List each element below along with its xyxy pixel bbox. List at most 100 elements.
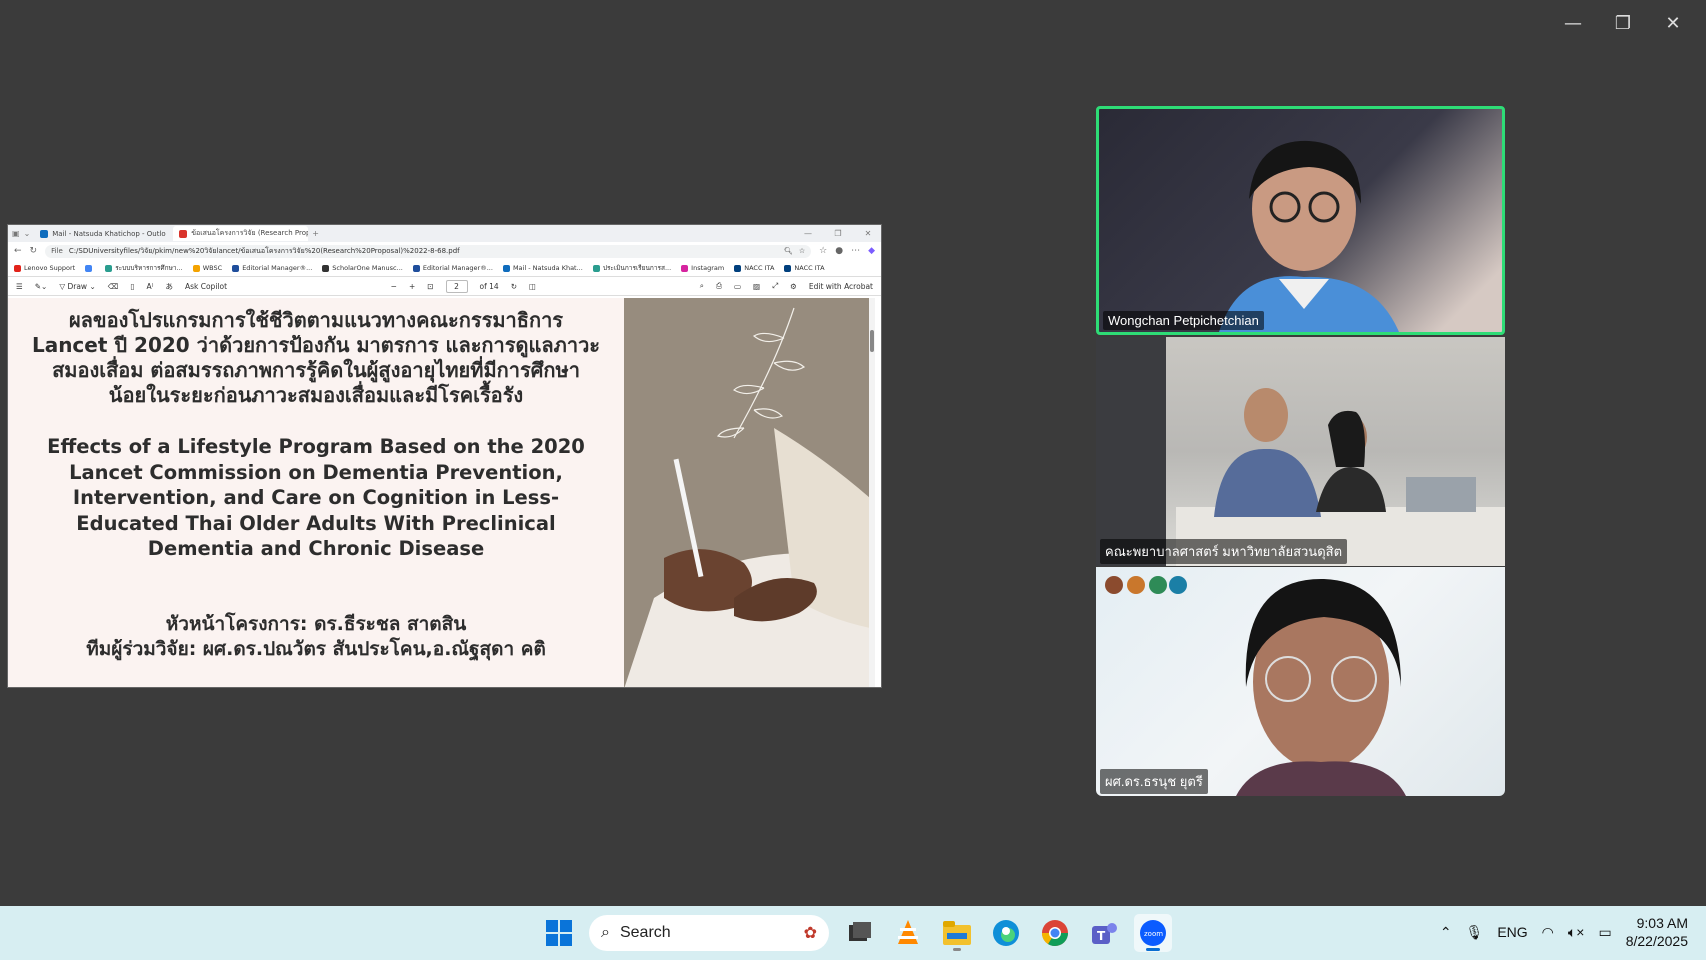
thai-title: ผลของโปรแกรมการใช้ชีวิตตามแนวทางคณะกรรมา… [31, 308, 601, 407]
settings-icon[interactable]: ⚙ [790, 282, 797, 291]
participant-video [1105, 576, 1406, 796]
wifi-icon[interactable]: ◠ [1542, 924, 1554, 941]
participant-name: ผศ.ดร.ธรนุช ยุตรี [1100, 769, 1208, 794]
profile-icon[interactable]: ● [835, 246, 843, 256]
refresh-icon[interactable]: ↻ [30, 246, 38, 256]
bookmark-item[interactable]: ประเมินการเรียนการส... [592, 263, 671, 273]
bookmark-item[interactable]: NACC ITA [784, 264, 825, 272]
search-icon[interactable]: ⌕ [700, 281, 704, 291]
bookmark-icon [592, 264, 600, 272]
file-explorer-icon[interactable] [938, 914, 976, 952]
bookmark-icon [412, 264, 420, 272]
bookmark-item[interactable]: ระบบบริหารการศึกษา... [105, 263, 183, 273]
tab-label: ข้อเสนอโครงการวิจัย (Research Propo [191, 229, 309, 237]
two-page-icon[interactable]: ◫ [529, 282, 536, 291]
page-view-icon[interactable]: ▯ [130, 282, 134, 291]
favorite-star-icon[interactable]: ☆ [799, 247, 805, 255]
participant-name: คณะพยาบาลศาสตร์ มหาวิทยาลัยสวนดุสิต [1100, 539, 1348, 564]
print-icon[interactable]: ⎙ [716, 281, 722, 291]
scroll-thumb[interactable] [870, 330, 874, 352]
participant-video-tile[interactable]: คณะพยาบาลศาสตร์ มหาวิทยาลัยสวนดุสิต [1096, 337, 1505, 566]
translate-icon[interactable]: あ [165, 281, 173, 292]
volume-muted-icon[interactable]: 🔈︎× [1568, 924, 1585, 941]
bookmark-item[interactable]: WBSC [192, 264, 222, 272]
eraser-icon[interactable]: ⌫ [108, 282, 119, 291]
zoom-out-button[interactable]: − [391, 282, 397, 291]
chrome-icon[interactable] [1036, 914, 1074, 952]
restore-button[interactable]: ❐ [1598, 8, 1648, 38]
browser-close-icon[interactable]: ✕ [855, 229, 881, 238]
bookmark-item[interactable]: ScholarOne Manusc... [322, 264, 403, 272]
bookmark-icon [14, 264, 21, 272]
participant-video-tile[interactable]: Wongchan Petpichetchian [1096, 106, 1505, 335]
find-icon[interactable]: 🔍︎ [784, 247, 793, 255]
save-icon[interactable]: ▭ [734, 282, 741, 291]
bookmark-item[interactable]: Instagram [681, 264, 724, 272]
read-aloud-icon[interactable]: A⁾ [146, 282, 153, 291]
zoom-in-button[interactable]: + [409, 282, 415, 291]
shared-screen: ▣ ⌄ Mail - Natsuda Khatichop - Outlo × ข… [7, 224, 882, 688]
favorites-icon[interactable]: ☆ [819, 246, 827, 256]
bookmark-item[interactable]: Editorial Manager®... [412, 264, 493, 272]
tab-actions-icon[interactable]: ▣ [12, 229, 20, 238]
microphone-location-icon[interactable]: 🎙︎ [1466, 924, 1484, 941]
url-text: C:/SDUniversityfiles/วิจัย/pkim/new%20วิ… [68, 246, 460, 255]
clock[interactable]: 9:03 AM 8/22/2025 [1626, 914, 1688, 950]
taskbar-search[interactable]: ⌕ Search ✿ [589, 915, 829, 951]
tab-label: Mail - Natsuda Khatichop - Outlo [52, 229, 166, 238]
writing-hand-photo [624, 298, 870, 687]
more-icon[interactable]: ⋯ [851, 246, 860, 256]
url-field[interactable]: File C:/SDUniversityfiles/วิจัย/pkim/new… [45, 244, 812, 258]
chevron-up-icon[interactable]: ⌃ [1440, 924, 1452, 941]
fit-page-icon[interactable]: ⊡ [427, 282, 433, 291]
close-button[interactable]: ✕ [1648, 8, 1698, 38]
zoom-icon[interactable]: zoom [1134, 914, 1172, 952]
page-number-input[interactable]: 2 [445, 279, 468, 293]
pdf-icon [179, 229, 188, 238]
bookmark-item[interactable]: NACC ITA [734, 264, 774, 272]
copilot-icon[interactable]: ◆ [868, 246, 875, 256]
pdf-toolbar: ☰ ✎⌄ ▽ Draw ⌄ ⌫ ▯ A⁾ あ Ask Copilot − + ⊡… [8, 277, 881, 296]
research-team: ทีมผู้ร่วมวิจัย: ผศ.ดร.ปณวัตร สันประโคน,… [86, 637, 546, 660]
browser-minimize-icon[interactable]: — [795, 229, 821, 238]
teams-icon[interactable]: T [1085, 914, 1123, 952]
edge-icon[interactable] [987, 914, 1025, 952]
search-label: Search [619, 924, 671, 941]
open-indicator [953, 948, 961, 951]
rotate-icon[interactable]: ↻ [511, 282, 517, 291]
browser-restore-icon[interactable]: ❐ [825, 229, 851, 238]
bookmark-item[interactable]: Mail - Natsuda Khat... [502, 264, 583, 272]
bookmark-item[interactable]: Editorial Manager®... [232, 264, 312, 272]
tab-outlook[interactable]: Mail - Natsuda Khatichop - Outlo × [34, 226, 169, 241]
battery-icon[interactable]: ▭ [1598, 924, 1611, 941]
bookmark-icon [322, 264, 330, 272]
instagram-icon [681, 264, 689, 272]
fullscreen-icon[interactable]: ⤢ [772, 281, 778, 291]
language-indicator[interactable]: ENG [1497, 924, 1527, 940]
new-tab-button[interactable]: + [312, 229, 319, 238]
system-tray: ⌃ 🎙︎ ENG ◠ 🔈︎× ▭ 9:03 AM 8/22/2025 [1440, 914, 1688, 950]
pdf-scrollbar[interactable] [869, 298, 875, 687]
bookmark-icon [105, 264, 113, 272]
pdf-viewer[interactable]: ผลของโปรแกรมการใช้ชีวิตตามแนวทางคณะกรรมา… [8, 298, 875, 687]
edit-with-acrobat-button[interactable]: Edit with Acrobat [809, 282, 873, 291]
ask-copilot-button[interactable]: Ask Copilot [185, 282, 227, 291]
save-as-icon[interactable]: ▨ [753, 282, 760, 291]
tab-list-chevron-icon[interactable]: ⌄ [24, 229, 31, 238]
vlc-icon[interactable] [889, 914, 927, 952]
english-title: Effects of a Lifestyle Program Based on … [47, 435, 585, 560]
contents-icon[interactable]: ☰ [16, 282, 23, 291]
task-view-icon[interactable] [840, 914, 878, 952]
bookmarks-bar: Lenovo Support ระบบบริหารการศึกษา... WBS… [8, 260, 881, 277]
tab-pdf[interactable]: ข้อเสนอโครงการวิจัย (Research Propo × [173, 226, 309, 241]
bookmark-item[interactable] [85, 264, 95, 272]
bookmark-icon [734, 264, 742, 272]
highlight-icon[interactable]: ✎⌄ [35, 282, 48, 291]
start-icon[interactable] [540, 914, 578, 952]
draw-button[interactable]: ▽ Draw ⌄ [59, 282, 95, 291]
participant-video-tile[interactable]: ผศ.ดร.ธรนุช ยุตรี [1096, 567, 1505, 796]
bookmark-item[interactable]: Lenovo Support [14, 264, 75, 272]
back-icon[interactable]: ← [14, 246, 22, 256]
participant-video [1096, 337, 1505, 566]
minimize-button[interactable]: — [1548, 8, 1598, 38]
